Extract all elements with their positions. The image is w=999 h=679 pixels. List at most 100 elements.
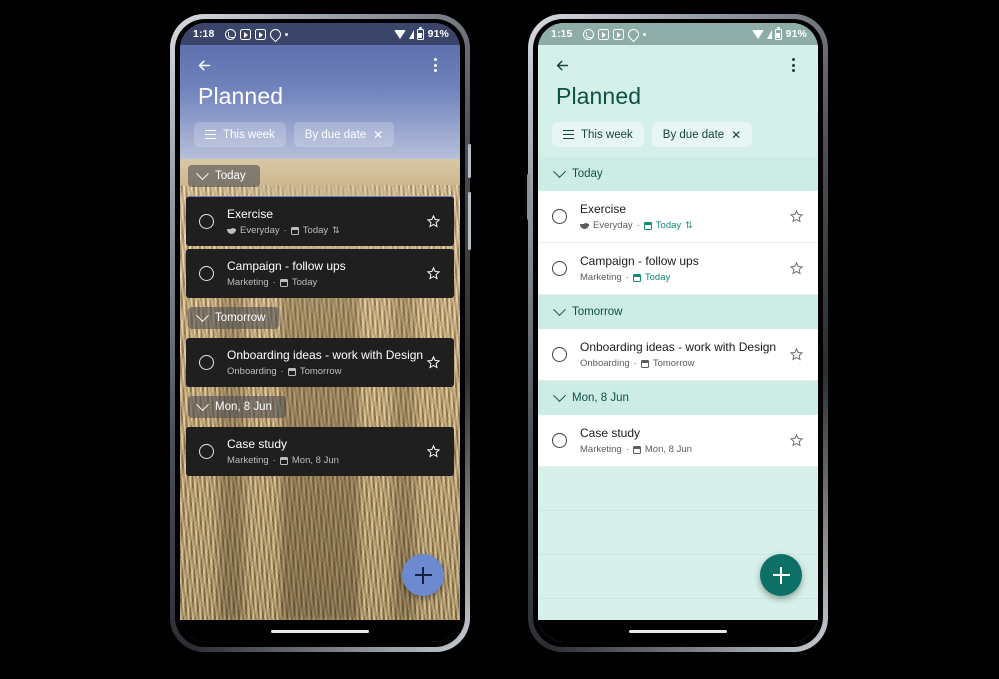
task-checkbox[interactable]: [552, 209, 567, 224]
task-list-name: Marketing: [227, 277, 269, 288]
group-label: Tomorrow: [215, 312, 266, 324]
app-bar-right: [538, 45, 818, 85]
wifi-icon: [393, 29, 406, 39]
meta-separator: ·: [283, 225, 287, 236]
list-lines-icon: [563, 129, 574, 140]
dot-icon: [643, 32, 647, 36]
task-meta: Everyday · Today ⇅: [227, 225, 426, 236]
chip-this-week[interactable]: This week: [194, 122, 286, 147]
close-icon[interactable]: ✕: [731, 129, 741, 141]
task-checkbox[interactable]: [199, 355, 214, 370]
task-row[interactable]: Campaign - follow ups Marketing · Today: [538, 243, 818, 295]
task-list-right[interactable]: Today Exercise Everyday · Today ⇅ Campai…: [538, 157, 818, 620]
task-checkbox[interactable]: [199, 214, 214, 229]
task-due: Today: [644, 272, 671, 283]
task-title: Case study: [580, 426, 641, 440]
chip-this-week[interactable]: This week: [552, 122, 644, 147]
star-icon[interactable]: [789, 347, 804, 362]
repeat-icon: ⇅: [685, 220, 693, 230]
group-header-tomorrow[interactable]: Tomorrow: [538, 295, 818, 329]
group-header-today[interactable]: Today: [538, 157, 818, 191]
bowl-icon: [227, 227, 236, 234]
group-header-tomorrow[interactable]: Tomorrow: [188, 307, 280, 329]
task-row[interactable]: Exercise Everyday · Today ⇅: [186, 196, 454, 246]
list-lines-icon: [205, 129, 216, 140]
task-meta: Marketing · Mon, 8 Jun: [580, 444, 789, 455]
task-list-name: Everyday: [240, 225, 280, 236]
star-icon[interactable]: [426, 214, 441, 229]
gesture-pill[interactable]: [629, 629, 727, 633]
task-checkbox[interactable]: [552, 433, 567, 448]
close-icon[interactable]: ✕: [373, 129, 383, 141]
overflow-menu-button[interactable]: [782, 54, 804, 76]
repeat-icon: ⇅: [332, 225, 340, 235]
add-task-fab[interactable]: [402, 554, 444, 596]
gesture-pill[interactable]: [271, 629, 369, 633]
task-meta: Everyday · Today ⇅: [580, 220, 789, 231]
task-list-name: Marketing: [580, 272, 622, 283]
more-vert-icon: [791, 58, 795, 72]
chip-by-due-date[interactable]: By due date ✕: [293, 122, 395, 147]
task-row[interactable]: Onboarding ideas - work with Design Onbo…: [186, 338, 454, 387]
battery-percent: 91%: [785, 28, 807, 40]
screen-right: 1:15 91% Planned This week By due date ✕…: [538, 23, 818, 642]
chip-label: This week: [581, 128, 633, 141]
star-icon[interactable]: [789, 209, 804, 224]
calendar-icon: [643, 221, 652, 230]
screenshot-stage: 1:18 91% Planned This week By due date ✕…: [0, 0, 999, 679]
add-task-fab[interactable]: [760, 554, 802, 596]
task-row[interactable]: Onboarding ideas - work with Design Onbo…: [538, 329, 818, 381]
task-meta: Marketing · Mon, 8 Jun: [227, 455, 426, 466]
meta-separator: ·: [625, 444, 629, 455]
task-checkbox[interactable]: [199, 444, 214, 459]
task-meta: Onboarding · Tomorrow: [580, 358, 789, 369]
task-title: Exercise: [227, 207, 274, 221]
back-button[interactable]: [193, 54, 215, 76]
power-button-left[interactable]: [468, 144, 471, 178]
star-icon[interactable]: [426, 355, 441, 370]
task-list-name: Marketing: [227, 455, 269, 466]
chip-label: By due date: [662, 128, 725, 141]
overflow-menu-button[interactable]: [424, 54, 446, 76]
task-list-name: Onboarding: [227, 366, 277, 377]
back-button[interactable]: [551, 54, 573, 76]
calendar-icon: [279, 278, 288, 287]
header-region-left: Planned This week By due date ✕: [180, 45, 460, 159]
page-title: Planned: [556, 83, 642, 109]
star-icon[interactable]: [789, 433, 804, 448]
task-title: Onboarding ideas - work with Design: [227, 348, 424, 362]
star-icon[interactable]: [789, 261, 804, 276]
calendar-icon: [287, 367, 296, 376]
volume-button-right[interactable]: [527, 174, 530, 220]
task-list-name: Onboarding: [580, 358, 630, 369]
star-icon[interactable]: [426, 444, 441, 459]
task-title: Campaign - follow ups: [227, 259, 346, 273]
empty-row: [538, 467, 818, 511]
task-due: Mon, 8 Jun: [291, 455, 339, 466]
task-due: Tomorrow: [652, 358, 695, 369]
gesture-nav-bar: [538, 620, 818, 642]
chip-by-due-date[interactable]: By due date ✕: [651, 122, 753, 147]
volume-button-left[interactable]: [468, 192, 471, 250]
meta-separator: ·: [633, 358, 637, 369]
group-header-mon-8-jun[interactable]: Mon, 8 Jun: [538, 381, 818, 415]
task-checkbox[interactable]: [199, 266, 214, 281]
task-row[interactable]: Case study Marketing · Mon, 8 Jun: [186, 427, 454, 476]
group-header-mon-8-jun[interactable]: Mon, 8 Jun: [188, 396, 286, 418]
task-checkbox[interactable]: [552, 261, 567, 276]
task-row[interactable]: Case study Marketing · Mon, 8 Jun: [538, 415, 818, 467]
location-pin-icon: [268, 26, 284, 42]
task-row[interactable]: Exercise Everyday · Today ⇅: [538, 191, 818, 243]
task-row[interactable]: Campaign - follow ups Marketing · Today: [186, 249, 454, 298]
dot-icon: [285, 32, 289, 36]
task-checkbox[interactable]: [552, 347, 567, 362]
chevron-down-icon: [196, 308, 209, 322]
task-list-left[interactable]: Today Exercise Everyday · Today ⇅ Campai…: [180, 159, 460, 620]
chevron-down-icon: [553, 388, 566, 402]
calendar-icon: [290, 226, 299, 235]
back-arrow-icon: [198, 59, 210, 71]
star-icon[interactable]: [426, 266, 441, 281]
task-title: Onboarding ideas - work with Design: [580, 340, 777, 354]
group-header-today[interactable]: Today: [188, 165, 260, 187]
filter-chips-right: This week By due date ✕: [538, 122, 818, 147]
